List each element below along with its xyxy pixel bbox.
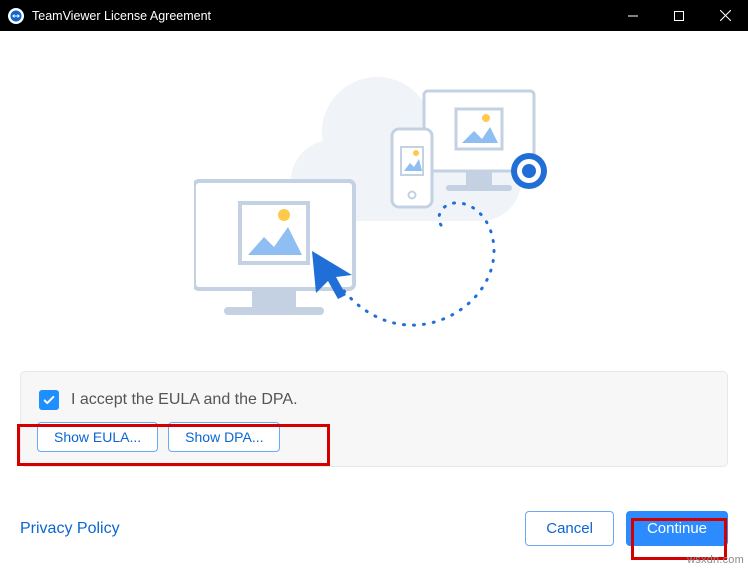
show-dpa-button[interactable]: Show DPA...: [168, 422, 280, 452]
accept-label: I accept the EULA and the DPA.: [71, 391, 298, 409]
titlebar: TeamViewer License Agreement: [0, 0, 748, 31]
maximize-button[interactable]: [656, 0, 702, 31]
app-icon: [8, 8, 24, 24]
window-title: TeamViewer License Agreement: [32, 9, 211, 23]
privacy-policy-link[interactable]: Privacy Policy: [20, 520, 120, 538]
continue-button[interactable]: Continue: [626, 511, 728, 546]
accept-checkbox[interactable]: [39, 390, 59, 410]
watermark: wsxdn.com: [687, 554, 744, 566]
agreement-panel: I accept the EULA and the DPA. Show EULA…: [20, 371, 728, 467]
illustration: [0, 31, 748, 371]
close-button[interactable]: [702, 0, 748, 31]
show-eula-button[interactable]: Show EULA...: [37, 422, 158, 452]
accept-checkbox-row[interactable]: I accept the EULA and the DPA.: [37, 386, 300, 420]
cancel-button[interactable]: Cancel: [525, 511, 614, 546]
content-area: I accept the EULA and the DPA. Show EULA…: [0, 31, 748, 568]
devices-illustration: [194, 51, 554, 351]
minimize-button[interactable]: [610, 0, 656, 31]
window-controls: [610, 0, 748, 31]
footer: Privacy Policy Cancel Continue: [0, 511, 748, 546]
show-buttons: Show EULA... Show DPA...: [37, 422, 711, 452]
